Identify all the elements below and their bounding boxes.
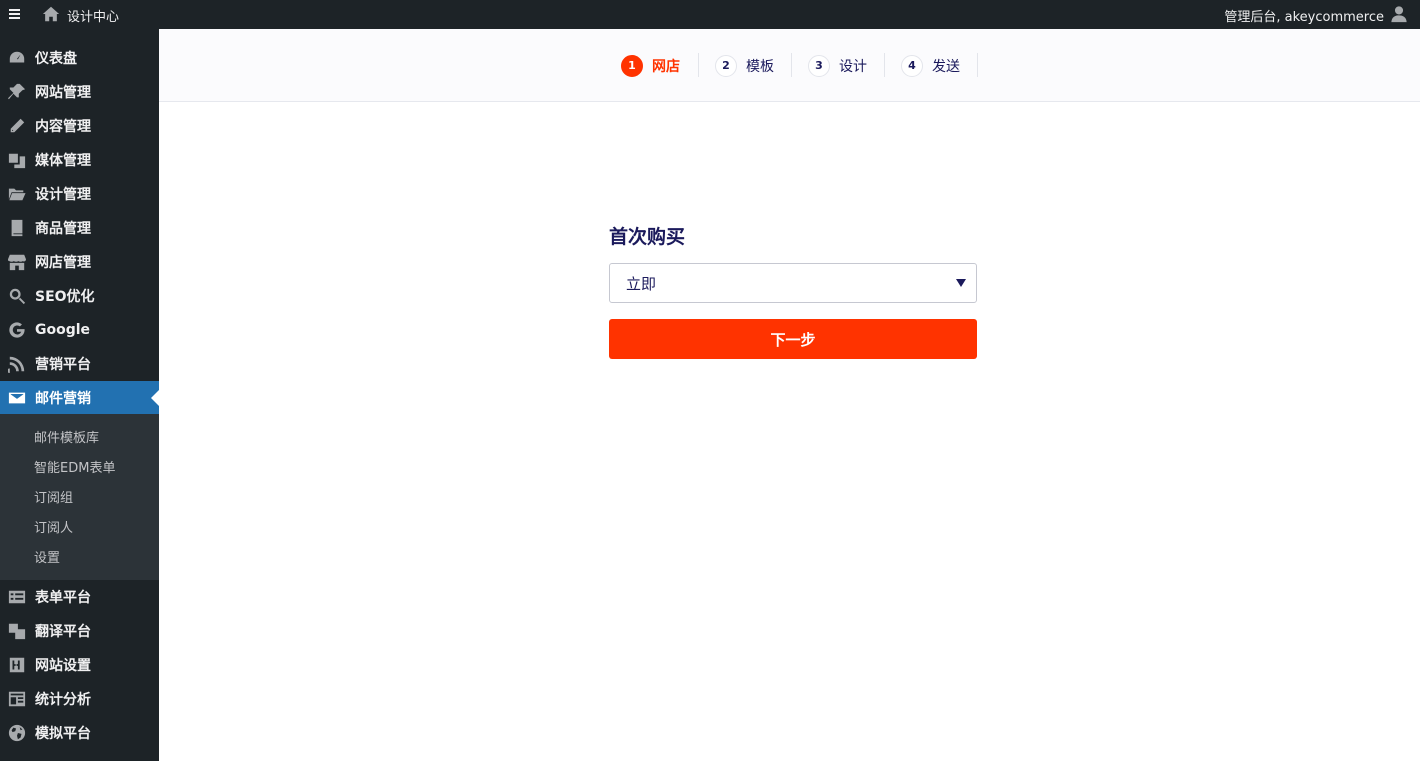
user-avatar-icon[interactable]: [1390, 5, 1408, 23]
trigger-timing-select[interactable]: 立即: [609, 263, 977, 303]
submenu-item-subscription-groups[interactable]: 订阅组: [34, 487, 73, 506]
settings-icon: [7, 655, 27, 675]
step-number: 4: [901, 54, 923, 77]
submenu-item-smart-edm-form[interactable]: 智能EDM表单: [34, 457, 115, 476]
folder-icon: [7, 184, 27, 204]
sidebar-item-email-marketing[interactable]: 邮件营销: [0, 381, 159, 415]
sidebar-item-label: 商品管理: [35, 221, 91, 237]
step-number: 3: [808, 54, 830, 77]
email-icon: [7, 388, 27, 408]
sidebar-item-label: 网站设置: [35, 658, 91, 674]
pencil-icon: [7, 116, 27, 136]
sidebar-item-label: 翻译平台: [35, 624, 91, 640]
dashboard-icon: [7, 48, 27, 68]
next-step-button[interactable]: 下一步: [609, 319, 977, 359]
sidebar-item-label: 统计分析: [35, 692, 91, 708]
step-divider: [977, 53, 978, 77]
step-divider: [698, 53, 699, 77]
sidebar-item-label: 营销平台: [35, 357, 91, 373]
globe-icon: [7, 723, 27, 743]
sidebar-item-site-settings[interactable]: 网站设置: [0, 648, 159, 682]
step-divider: [791, 53, 792, 77]
sidebar-item-site-management[interactable]: 网站管理: [0, 75, 159, 109]
submenu-item-email-templates[interactable]: 邮件模板库: [34, 427, 99, 446]
translate-icon: [7, 621, 27, 641]
sidebar-item-label: 网店管理: [35, 255, 91, 271]
sidebar-item-label: Google: [35, 322, 91, 338]
sidebar-item-product-management[interactable]: 商品管理: [0, 211, 159, 245]
step-store[interactable]: 1 网店: [621, 53, 680, 78]
step-label: 设计: [839, 58, 867, 75]
email-marketing-submenu: 邮件模板库 智能EDM表单 订阅组 订阅人 设置: [0, 414, 159, 580]
step-template[interactable]: 2 模板: [715, 53, 774, 78]
sidebar-item-media-management[interactable]: 媒体管理: [0, 143, 159, 177]
admin-top-bar: 设计中心 管理后台, akeycommerce: [0, 0, 1420, 29]
search-icon: [7, 286, 27, 306]
sidebar-item-label: 设计管理: [35, 187, 91, 203]
google-icon: [7, 320, 27, 340]
step-label: 模板: [746, 58, 774, 75]
sidebar-item-design-management[interactable]: 设计管理: [0, 177, 159, 211]
select-value: 立即: [626, 275, 657, 293]
sidebar-item-label: 网站管理: [35, 85, 91, 101]
home-icon[interactable]: [42, 5, 60, 23]
store-icon: [7, 252, 27, 272]
site-title-link[interactable]: 设计中心: [67, 6, 119, 25]
sidebar-item-google[interactable]: Google: [0, 313, 159, 347]
menu-toggle-icon[interactable]: [9, 7, 23, 21]
step-design[interactable]: 3 设计: [808, 53, 867, 78]
step-number: 2: [715, 54, 737, 77]
sidebar-item-marketing-platform[interactable]: 营销平台: [0, 347, 159, 381]
admin-sidebar: 仪表盘 网站管理 内容管理 媒体管理 设计管理 商品管理 网店管理 SEO优化 …: [0, 29, 159, 761]
account-greeting[interactable]: 管理后台, akeycommerce: [1224, 6, 1384, 25]
form-icon: [7, 587, 27, 607]
sidebar-item-label: 内容管理: [35, 119, 91, 135]
analytics-icon: [7, 689, 27, 709]
sidebar-item-analytics[interactable]: 统计分析: [0, 682, 159, 716]
media-icon: [7, 150, 27, 170]
step-label: 发送: [932, 58, 960, 75]
trigger-title: 首次购买: [609, 226, 686, 248]
rss-icon: [7, 354, 27, 374]
sidebar-item-content-management[interactable]: 内容管理: [0, 109, 159, 143]
submenu-item-subscribers[interactable]: 订阅人: [34, 517, 73, 536]
pin-icon: [7, 82, 27, 102]
sidebar-item-simulation-platform[interactable]: 模拟平台: [0, 716, 159, 750]
sidebar-item-label: 模拟平台: [35, 726, 91, 742]
book-icon: [7, 218, 27, 238]
sidebar-item-dashboard[interactable]: 仪表盘: [0, 41, 159, 75]
step-send[interactable]: 4 发送: [901, 53, 960, 78]
step-label: 网店: [652, 58, 680, 75]
wizard-steps-bar: 1 网店 2 模板 3 设计 4 发送: [159, 29, 1420, 102]
sidebar-item-store-management[interactable]: 网店管理: [0, 245, 159, 279]
sidebar-item-label: SEO优化: [35, 289, 95, 305]
sidebar-item-label: 媒体管理: [35, 153, 91, 169]
sidebar-item-form-platform[interactable]: 表单平台: [0, 580, 159, 614]
submenu-item-settings[interactable]: 设置: [34, 547, 60, 566]
sidebar-item-translation-platform[interactable]: 翻译平台: [0, 614, 159, 648]
sidebar-item-label: 邮件营销: [35, 391, 91, 407]
sidebar-item-label: 仪表盘: [35, 51, 77, 67]
caret-down-icon: [956, 279, 966, 287]
step-divider: [884, 53, 885, 77]
sidebar-item-seo[interactable]: SEO优化: [0, 279, 159, 313]
sidebar-item-label: 表单平台: [35, 590, 91, 606]
step-number: 1: [621, 54, 643, 77]
